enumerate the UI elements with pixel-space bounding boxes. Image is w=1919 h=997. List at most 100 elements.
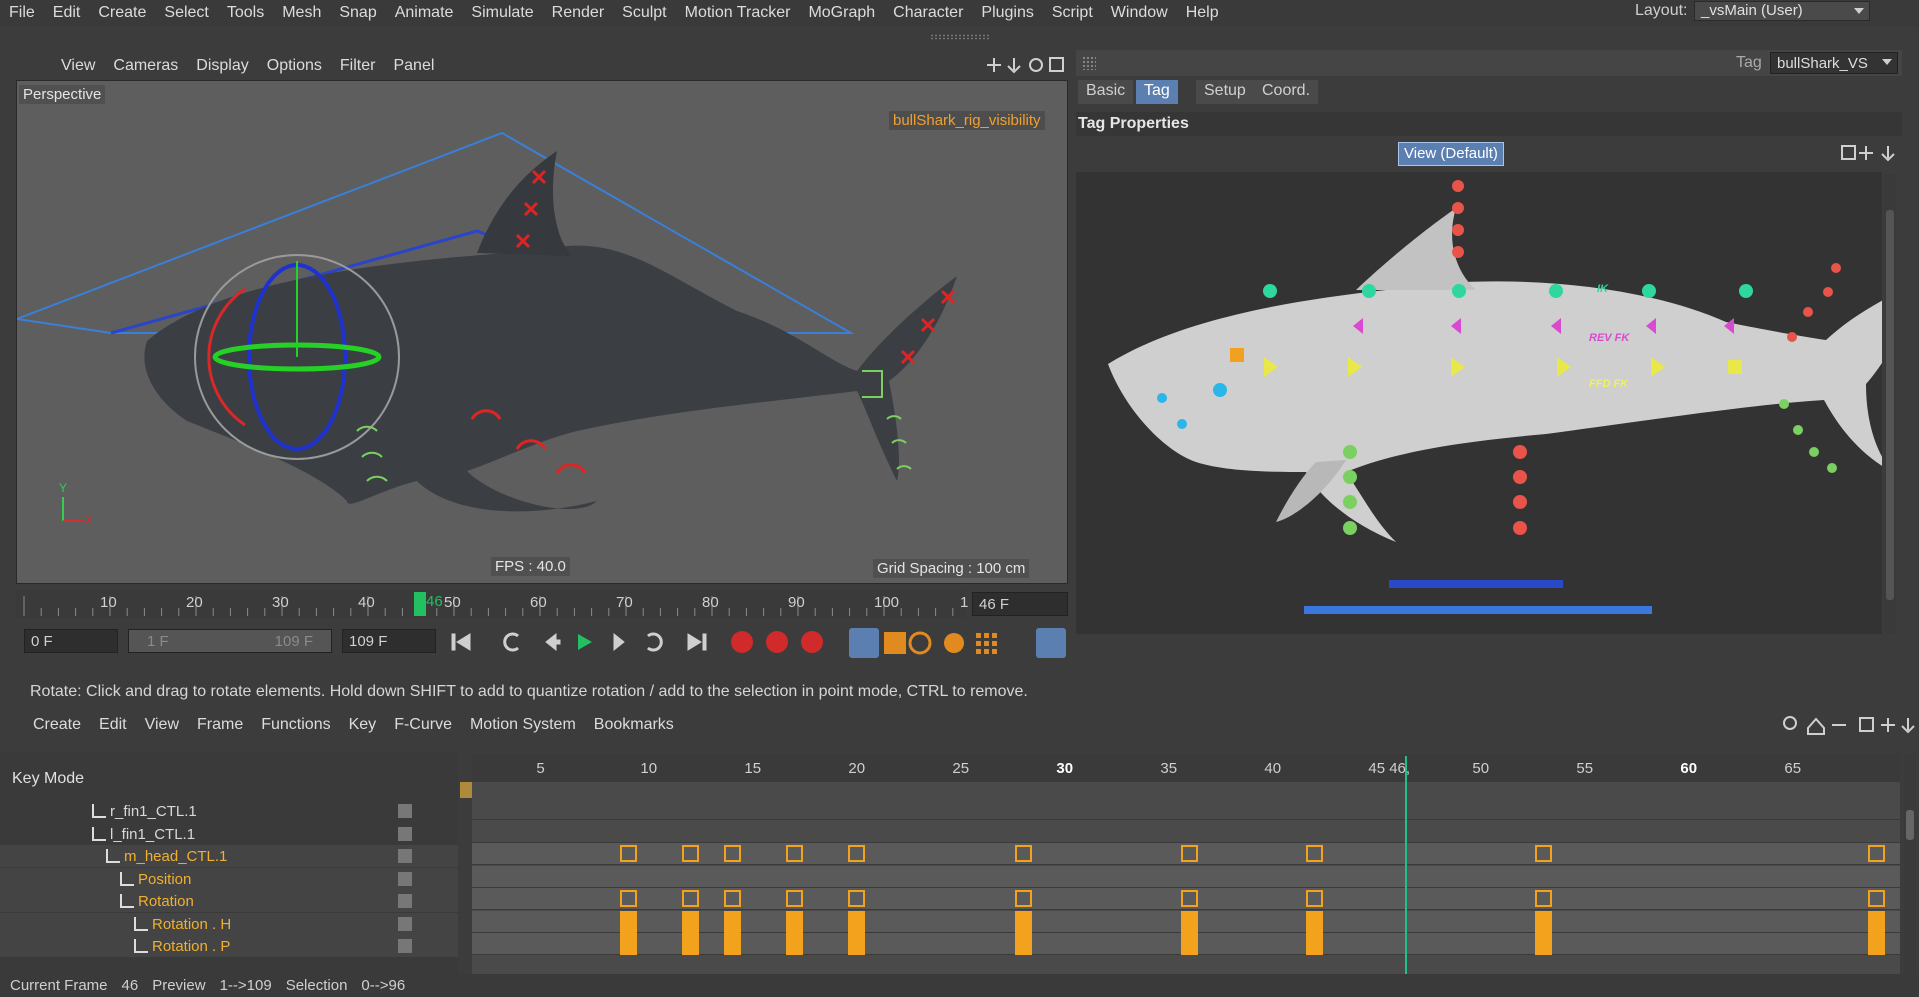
timeline-track[interactable] [472,820,1900,843]
keyframe[interactable] [848,845,866,862]
transport-toolbar[interactable] [444,626,1074,660]
mute-icon[interactable] [398,871,412,886]
keyframe-bar[interactable] [1867,933,1885,955]
keyframe[interactable] [786,845,803,862]
keyframe-bar[interactable] [786,933,803,955]
timeline-playhead-line[interactable] [1405,756,1407,974]
timeline-menu-edit[interactable]: Edit [90,716,136,734]
tree-row[interactable]: m_head_CTL.1 [0,845,458,867]
keyframe-bar[interactable] [848,910,866,933]
viewport-menu-panel[interactable]: Panel [384,57,443,75]
viewport-menu-options[interactable]: Options [258,57,331,75]
keyframe[interactable] [1181,845,1199,862]
tree-row[interactable]: r_fin1_CTL.1 [0,800,458,822]
keyframe[interactable] [786,890,803,907]
keyframe-bar[interactable] [619,933,637,955]
menu-item-mesh[interactable]: Mesh [273,4,330,22]
menu-item-create[interactable]: Create [89,4,155,22]
keyframe[interactable] [1534,845,1552,862]
keyframe[interactable] [1306,845,1323,862]
menu-item-select[interactable]: Select [155,4,217,22]
viewport-menu-filter[interactable]: Filter [331,57,385,75]
timeline-track[interactable] [472,798,1900,820]
tab-tag[interactable]: Tag [1136,80,1178,104]
timeline-track[interactable] [472,865,1900,888]
keyframe-bar[interactable] [682,910,699,933]
menu-item-motion-tracker[interactable]: Motion Tracker [676,4,800,22]
timeline-playhead[interactable] [414,592,426,616]
keyframe[interactable] [848,890,866,907]
timeline-nav-icons[interactable] [1780,714,1916,736]
keyframe-bar[interactable] [723,933,741,955]
tree-row[interactable]: l_fin1_CTL.1 [0,822,458,845]
menu-item-animate[interactable]: Animate [386,4,463,22]
shark-rig-3d-view[interactable] [17,81,1068,584]
keyframe[interactable] [723,845,741,862]
timeline-track[interactable] [472,933,1900,955]
picker-scrollbar-thumb[interactable] [1886,210,1894,600]
preview-range-slider[interactable]: 1 F 109 F [128,629,332,653]
layout-select[interactable]: _vsMain (User) [1694,1,1870,21]
timeline-ruler[interactable]: 5 10 15 20 25 30 35 40 45 46, 50 55 60 65 [472,754,1900,782]
current-frame-field[interactable]: 46 F [972,592,1068,616]
keyframe-bar[interactable] [1014,910,1032,933]
keyframe[interactable] [619,890,637,907]
menu-item-file[interactable]: File [0,4,44,22]
tree-row[interactable]: Rotation . P [0,935,458,957]
keyframe[interactable] [1534,890,1552,907]
mute-icon[interactable] [398,939,412,953]
splitter-handle[interactable] [930,34,990,40]
panel-grip-icon[interactable] [1082,56,1096,70]
keyframe-bar[interactable] [682,933,699,955]
keyframe[interactable] [1014,845,1032,862]
tree-row[interactable]: Rotation [0,890,458,912]
timeline-menu-functions[interactable]: Functions [252,716,339,734]
menu-item-snap[interactable]: Snap [330,4,385,22]
tree-row[interactable]: Rotation . H [0,912,458,935]
mute-icon[interactable] [398,826,412,841]
viewport-nav-icons[interactable] [984,54,1066,76]
character-picker[interactable]: IK REV FK FFD FK [1076,172,1882,634]
menu-item-render[interactable]: Render [543,4,613,22]
menu-item-edit[interactable]: Edit [44,4,90,22]
keyframe[interactable] [619,845,637,862]
timeline-menu-f-curve[interactable]: F-Curve [385,716,461,734]
menu-item-tools[interactable]: Tools [218,4,273,22]
mute-icon[interactable] [398,849,412,863]
keyframe-bar[interactable] [1181,910,1199,933]
mute-icon[interactable] [398,894,412,908]
menu-item-character[interactable]: Character [884,4,972,22]
keyframe-bar[interactable] [1181,933,1199,955]
keyframe-bar[interactable] [723,910,741,933]
keyframe-bar[interactable] [1867,910,1885,933]
timeline-scrubber[interactable]: 10 20 30 40 50 60 70 80 90 100 1 46 [16,590,968,618]
picker-canvas[interactable] [1076,172,1882,634]
viewport-menu-cameras[interactable]: Cameras [104,57,187,75]
timeline-menu-key[interactable]: Key [340,716,386,734]
keyframe[interactable] [1306,890,1323,907]
viewport-menu-view[interactable]: View [52,57,104,75]
tag-properties-section[interactable]: Tag Properties [1076,112,1902,136]
timeline-track[interactable] [472,888,1900,910]
end-frame-field[interactable]: 109 F [342,629,436,653]
tab-basic[interactable]: Basic [1078,80,1134,104]
keyframe[interactable] [1014,890,1032,907]
view-default-button[interactable]: View (Default) [1398,142,1504,166]
menu-item-mograph[interactable]: MoGraph [799,4,884,22]
mute-icon[interactable] [398,916,412,931]
timeline-menu-motion-system[interactable]: Motion System [461,716,585,734]
keyframe[interactable] [1867,845,1885,862]
timeline-track[interactable] [472,843,1900,865]
picker-scrollbar[interactable] [1884,174,1896,634]
menu-item-help[interactable]: Help [1177,4,1228,22]
keyframe-bar[interactable] [848,933,866,955]
start-frame-field[interactable]: 0 F [24,629,118,653]
timeline-scrollbar[interactable] [1904,754,1916,974]
timeline-menu-bookmarks[interactable]: Bookmarks [585,716,683,734]
viewport-menu-display[interactable]: Display [187,57,257,75]
menu-item-window[interactable]: Window [1102,4,1177,22]
keyframe-bar[interactable] [1306,933,1323,955]
keyframe-bar[interactable] [1534,910,1552,933]
keyframe[interactable] [1867,890,1885,907]
keyframe-bar[interactable] [619,910,637,933]
